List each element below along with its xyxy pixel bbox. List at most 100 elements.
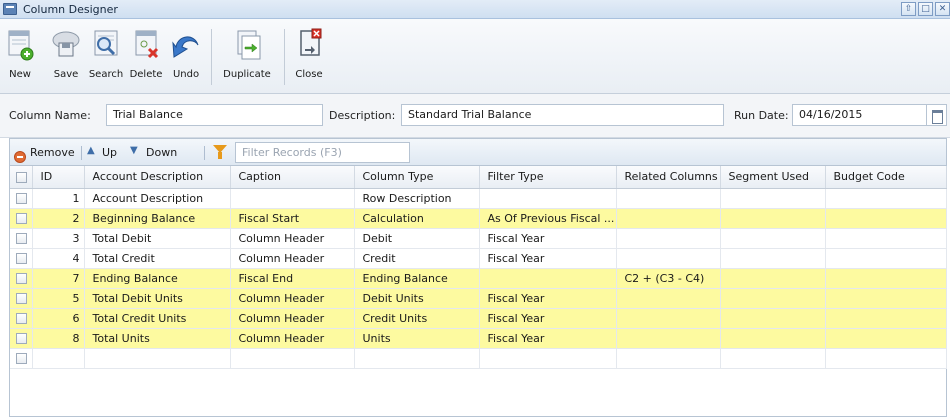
restore-icon[interactable]: ⇧ bbox=[901, 2, 916, 16]
row-column-type[interactable]: Ending Balance bbox=[354, 268, 480, 289]
row-related-columns[interactable] bbox=[616, 328, 721, 349]
row-caption[interactable]: Column Header bbox=[230, 248, 355, 269]
row-column-type[interactable]: Row Description bbox=[354, 188, 480, 209]
row-checkbox[interactable] bbox=[10, 228, 33, 249]
row-account-description[interactable]: Ending Balance bbox=[84, 268, 231, 289]
row-segment-used[interactable] bbox=[720, 308, 826, 329]
column-header-filter-type[interactable]: Filter Type bbox=[479, 166, 617, 189]
search-button[interactable]: Search bbox=[86, 27, 126, 89]
row-column-type[interactable]: Debit Units bbox=[354, 288, 480, 309]
table-row[interactable] bbox=[10, 348, 947, 369]
close-button[interactable]: Close bbox=[290, 27, 328, 89]
save-button[interactable]: Save bbox=[48, 27, 84, 89]
row-id[interactable]: 4 bbox=[32, 248, 85, 269]
table-row[interactable]: 1 Account Description Row Description bbox=[10, 188, 947, 209]
row-segment-used[interactable] bbox=[720, 328, 826, 349]
row-segment-used[interactable] bbox=[720, 208, 826, 229]
close-window-icon[interactable]: ✕ bbox=[935, 2, 950, 16]
table-row[interactable]: 8 Total Units Column Header Units Fiscal Yea… bbox=[10, 328, 947, 349]
row-caption[interactable]: Column Header bbox=[230, 328, 355, 349]
row-filter-type[interactable]: As Of Previous Fiscal ... bbox=[479, 208, 617, 229]
filter-icon[interactable] bbox=[213, 145, 227, 159]
column-header-segment-used[interactable]: Segment Used bbox=[720, 166, 826, 189]
row-budget-code[interactable] bbox=[825, 248, 947, 269]
row-budget-code[interactable] bbox=[825, 188, 947, 209]
row-account-description[interactable]: Total Credit Units bbox=[84, 308, 231, 329]
row-budget-code[interactable] bbox=[825, 308, 947, 329]
row-related-columns[interactable] bbox=[616, 228, 721, 249]
row-account-description[interactable]: Total Credit bbox=[84, 248, 231, 269]
row-id[interactable] bbox=[32, 348, 85, 369]
row-column-type[interactable]: Credit bbox=[354, 248, 480, 269]
filter-records-input[interactable]: Filter Records (F3) bbox=[235, 142, 410, 163]
row-filter-type[interactable]: Fiscal Year bbox=[479, 228, 617, 249]
table-row[interactable]: 2 Beginning Balance Fiscal Start Calculatio… bbox=[10, 208, 947, 229]
row-id[interactable]: 1 bbox=[32, 188, 85, 209]
row-related-columns[interactable] bbox=[616, 188, 721, 209]
row-related-columns[interactable] bbox=[616, 248, 721, 269]
delete-button[interactable]: Delete bbox=[126, 27, 166, 89]
row-caption[interactable] bbox=[230, 188, 355, 209]
row-filter-type[interactable] bbox=[479, 188, 617, 209]
row-filter-type[interactable]: Fiscal Year bbox=[479, 328, 617, 349]
row-column-type[interactable]: Units bbox=[354, 328, 480, 349]
row-checkbox[interactable] bbox=[10, 348, 33, 369]
row-id[interactable]: 2 bbox=[32, 208, 85, 229]
row-related-columns[interactable] bbox=[616, 348, 721, 369]
undo-button[interactable]: Undo bbox=[168, 27, 204, 89]
table-row[interactable]: 5 Total Debit Units Column Header Debit Uni… bbox=[10, 288, 947, 309]
row-checkbox[interactable] bbox=[10, 268, 33, 289]
row-budget-code[interactable] bbox=[825, 268, 947, 289]
row-account-description[interactable]: Account Description bbox=[84, 188, 231, 209]
run-date-field[interactable]: 04/16/2015 bbox=[792, 104, 927, 126]
row-budget-code[interactable] bbox=[825, 328, 947, 349]
description-field[interactable]: Standard Trial Balance bbox=[401, 104, 724, 126]
row-id[interactable]: 8 bbox=[32, 328, 85, 349]
row-caption[interactable]: Fiscal Start bbox=[230, 208, 355, 229]
row-checkbox[interactable] bbox=[10, 308, 33, 329]
duplicate-button[interactable]: Duplicate bbox=[216, 27, 278, 89]
row-caption[interactable]: Fiscal End bbox=[230, 268, 355, 289]
calendar-icon[interactable] bbox=[927, 104, 947, 126]
row-id[interactable]: 3 bbox=[32, 228, 85, 249]
row-column-type[interactable]: Debit bbox=[354, 228, 480, 249]
row-segment-used[interactable] bbox=[720, 228, 826, 249]
row-filter-type[interactable]: Fiscal Year bbox=[479, 308, 617, 329]
row-checkbox[interactable] bbox=[10, 208, 33, 229]
row-account-description[interactable]: Total Units bbox=[84, 328, 231, 349]
row-filter-type[interactable]: Fiscal Year bbox=[479, 288, 617, 309]
row-checkbox[interactable] bbox=[10, 248, 33, 269]
row-checkbox[interactable] bbox=[10, 288, 33, 309]
column-header-description[interactable]: Account Description bbox=[84, 166, 231, 189]
row-column-type[interactable] bbox=[354, 348, 480, 369]
row-segment-used[interactable] bbox=[720, 248, 826, 269]
row-column-type[interactable]: Credit Units bbox=[354, 308, 480, 329]
row-segment-used[interactable] bbox=[720, 288, 826, 309]
column-header-related-columns[interactable]: Related Columns bbox=[616, 166, 721, 189]
maximize-icon[interactable]: □ bbox=[918, 2, 933, 16]
row-column-type[interactable]: Calculation bbox=[354, 208, 480, 229]
row-segment-used[interactable] bbox=[720, 188, 826, 209]
row-related-columns[interactable] bbox=[616, 308, 721, 329]
row-caption[interactable]: Column Header bbox=[230, 228, 355, 249]
row-related-columns[interactable]: C2 + (C3 - C4) bbox=[616, 268, 721, 289]
select-all-checkbox[interactable] bbox=[10, 166, 33, 189]
table-row[interactable]: 6 Total Credit Units Column Header Credit U… bbox=[10, 308, 947, 329]
row-account-description[interactable]: Total Debit bbox=[84, 228, 231, 249]
row-caption[interactable] bbox=[230, 348, 355, 369]
column-header-type[interactable]: Column Type bbox=[354, 166, 480, 189]
table-row[interactable]: 7 Ending Balance Fiscal End Ending Balance C… bbox=[10, 268, 947, 289]
remove-button[interactable]: Remove bbox=[10, 144, 76, 163]
column-header-id[interactable]: ID bbox=[32, 166, 85, 189]
row-account-description[interactable]: Total Debit Units bbox=[84, 288, 231, 309]
column-header-caption[interactable]: Caption bbox=[230, 166, 355, 189]
table-row[interactable]: 3 Total Debit Column Header Debit Fiscal Yea… bbox=[10, 228, 947, 249]
row-id[interactable]: 6 bbox=[32, 308, 85, 329]
new-button[interactable]: New bbox=[2, 27, 38, 89]
row-related-columns[interactable] bbox=[616, 208, 721, 229]
row-filter-type[interactable] bbox=[479, 348, 617, 369]
row-account-description[interactable] bbox=[84, 348, 231, 369]
row-budget-code[interactable] bbox=[825, 348, 947, 369]
move-down-button[interactable]: ▼ Down bbox=[130, 144, 190, 162]
row-caption[interactable]: Column Header bbox=[230, 308, 355, 329]
